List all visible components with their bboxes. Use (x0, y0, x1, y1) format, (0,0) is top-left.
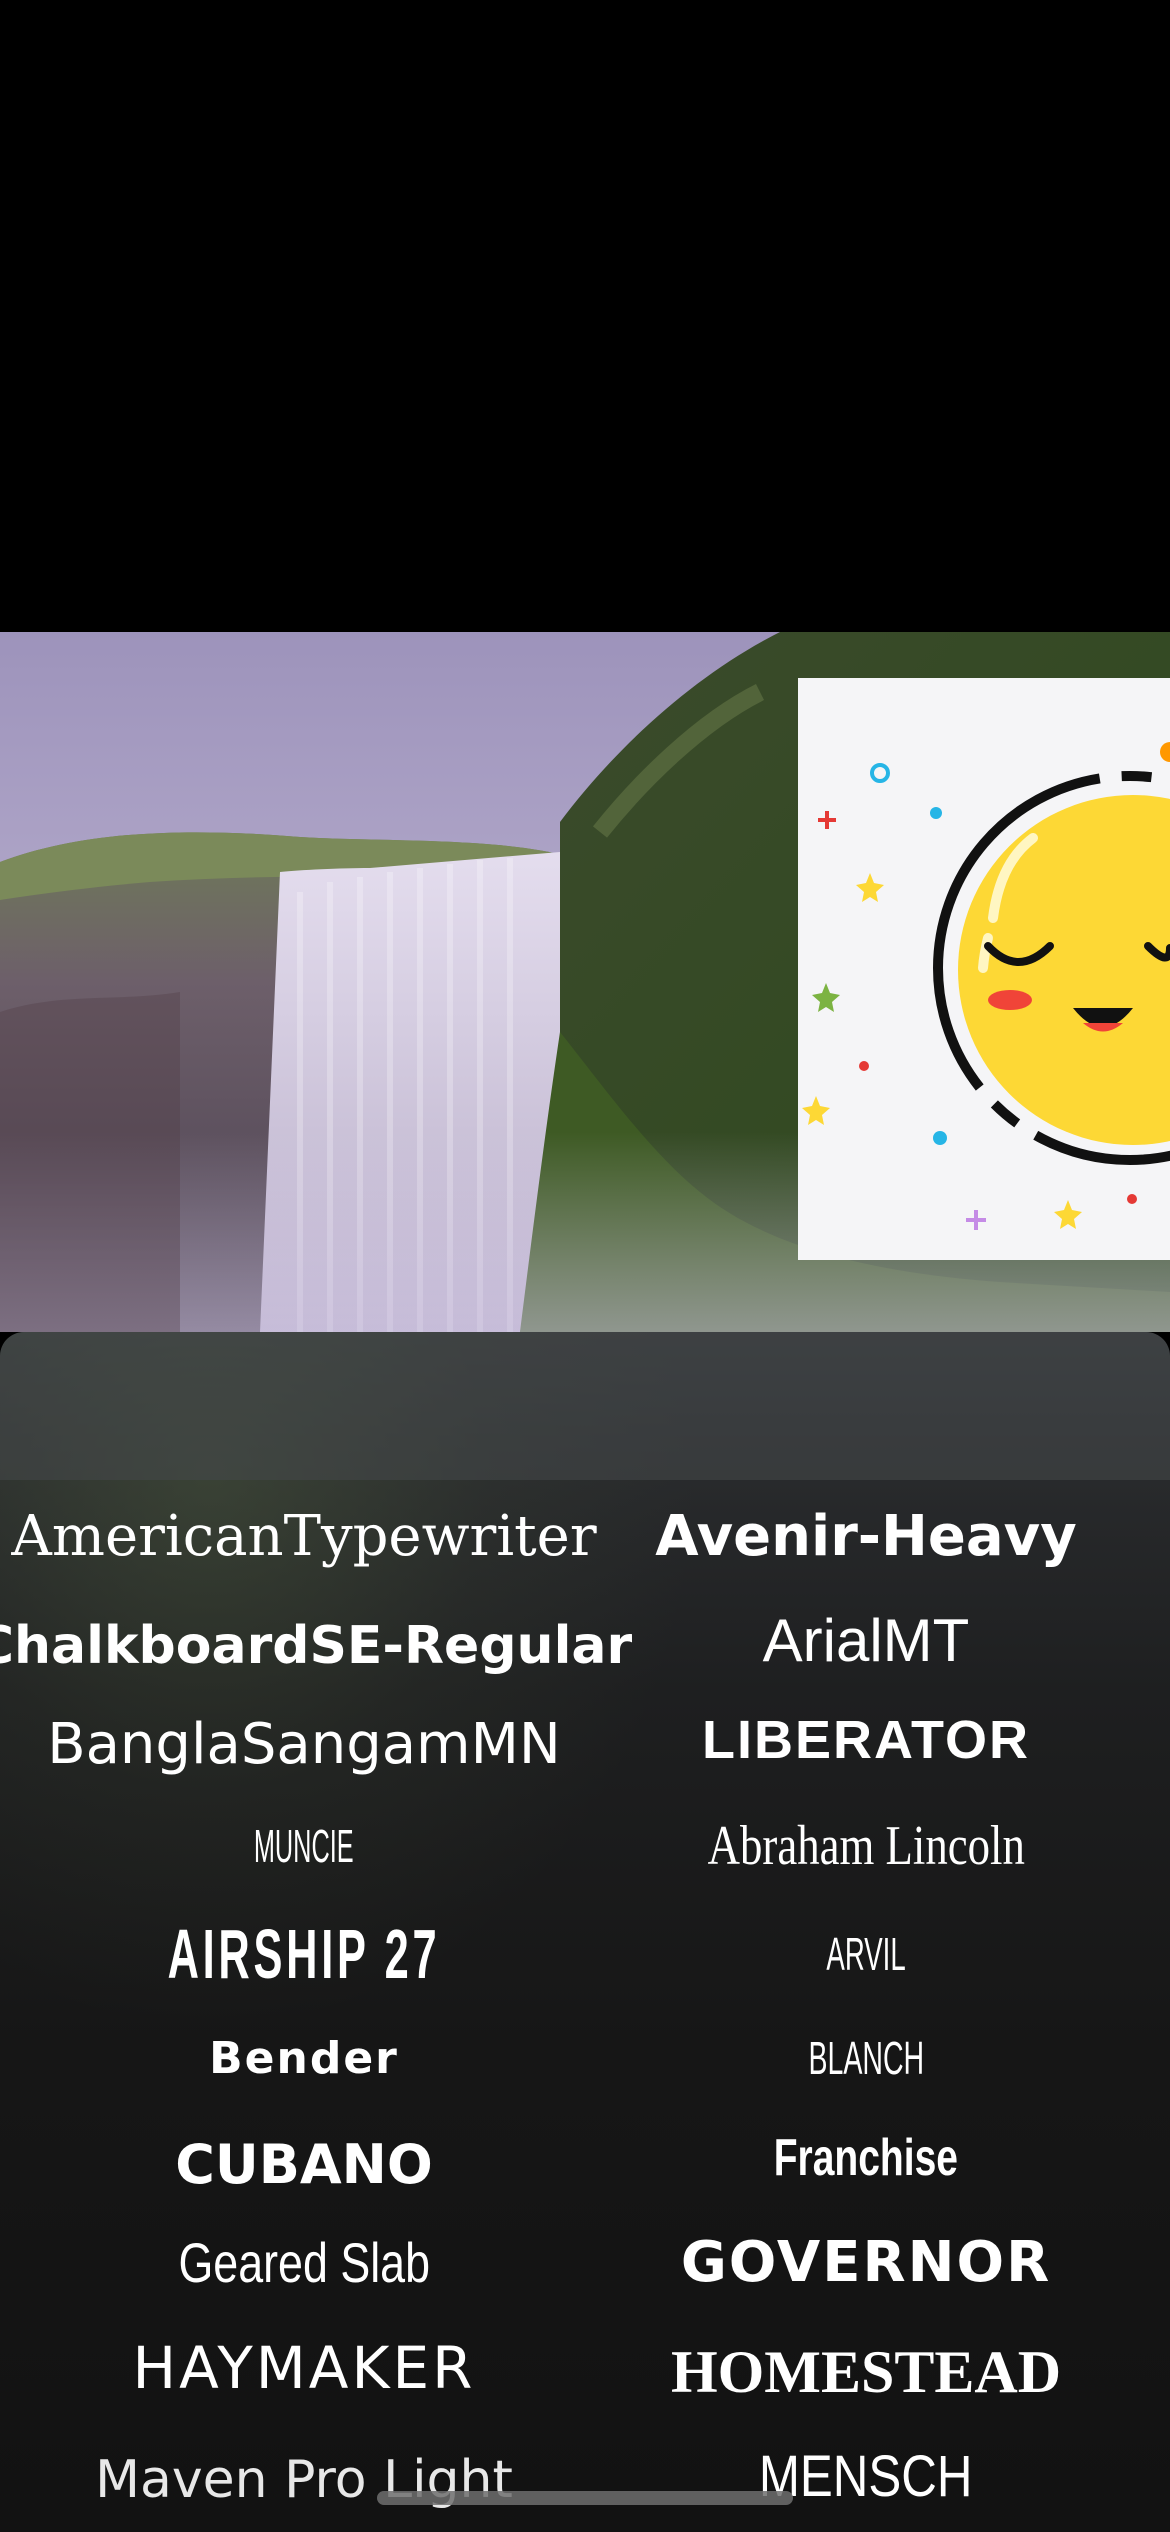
font-option-liberator[interactable]: LIBERATOR (566, 1690, 1166, 1790)
font-option-arvil[interactable]: ARVIL (566, 1904, 1166, 2004)
font-option-label: HOMESTEAD (670, 2338, 1062, 2405)
font-option-arialmt[interactable]: ArialMT (566, 1590, 1166, 1690)
font-option-label: AmericanTypewriter (11, 1503, 597, 1569)
font-option-airship-27[interactable]: AIRSHIP 27 (4, 1904, 604, 2004)
font-option-banglasangammn[interactable]: BanglaSangamMN (4, 1694, 604, 1794)
font-option-label: ARVIL (826, 1928, 906, 1980)
font-option-muncie[interactable]: MUNCIE (4, 1796, 604, 1896)
font-option-mensch[interactable]: MENSCH (566, 2426, 1166, 2526)
font-option-label: HAYMAKER (132, 2334, 476, 2402)
font-option-label: Avenir-Heavy (655, 1503, 1077, 1569)
font-option-label: Abraham Lincoln (707, 1815, 1025, 1877)
font-option-label: Geared Slab (178, 2230, 430, 2294)
font-option-governor[interactable]: GOVERNOR (566, 2212, 1166, 2312)
home-indicator[interactable] (377, 2491, 793, 2505)
font-option-maven-pro-light[interactable]: Maven Pro Light (4, 2430, 604, 2530)
font-option-franchise[interactable]: Franchise (566, 2108, 1166, 2208)
top-empty-area (0, 0, 1170, 632)
font-option-label: LIBERATOR (702, 1710, 1030, 1770)
font-option-label: BanglaSangamMN (47, 1711, 561, 1777)
font-option-chalkboardse-regular[interactable]: ChalkboardSE-Regular (0, 1596, 632, 1696)
font-option-label: BLANCH (808, 2032, 924, 2084)
font-option-americantypewriter[interactable]: AmericanTypewriter (4, 1486, 604, 1586)
font-option-cubano[interactable]: CUBANO (4, 2114, 604, 2214)
font-option-haymaker[interactable]: HAYMAKER (4, 2318, 604, 2418)
font-option-blanch[interactable]: BLANCH (566, 2008, 1166, 2108)
sleeping-smiley-sticker[interactable] (798, 678, 1170, 1260)
font-option-homestead[interactable]: HOMESTEAD (566, 2322, 1166, 2422)
font-option-label: GOVERNOR (680, 2229, 1052, 2295)
font-option-label: ArialMT (762, 1606, 970, 1674)
font-option-label: Bender (209, 2032, 399, 2084)
font-option-abraham-lincoln[interactable]: Abraham Lincoln (566, 1796, 1166, 1896)
font-list: AmericanTypewriter Avenir-Heavy Chalkboa… (0, 1480, 1170, 2532)
font-option-label: ChalkboardSE-Regular (0, 1616, 633, 1676)
font-option-label: Franchise (773, 2129, 959, 2187)
panel-header-bar (0, 1332, 1170, 1480)
font-option-bender[interactable]: Bender (4, 2008, 604, 2108)
font-picker-panel: AmericanTypewriter Avenir-Heavy Chalkboa… (0, 1332, 1170, 2532)
font-option-label: AIRSHIP 27 (167, 1915, 441, 1993)
font-option-label: CUBANO (175, 2132, 433, 2196)
font-option-geared-slab[interactable]: Geared Slab (4, 2212, 604, 2312)
font-option-label: MUNCIE (254, 1820, 354, 1872)
font-option-avenir-heavy[interactable]: Avenir-Heavy (566, 1486, 1166, 1586)
